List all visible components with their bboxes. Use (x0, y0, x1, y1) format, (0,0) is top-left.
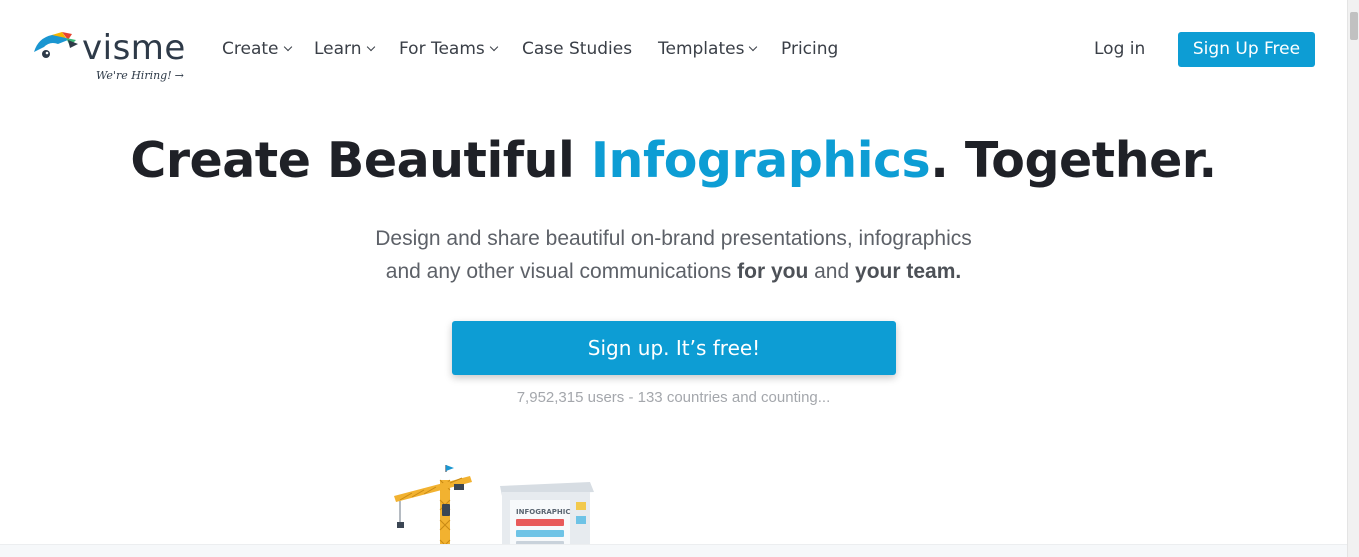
visme-logo-icon (34, 32, 78, 58)
nav-item-templates[interactable]: Templates (658, 39, 758, 59)
nav-item-learn[interactable]: Learn (314, 39, 375, 59)
nav-label: Learn (314, 39, 362, 59)
hero-title-end: . Together. (930, 132, 1217, 189)
hero-subtitle-text: and any other visual communications (385, 260, 738, 283)
logo-wordmark: visme (82, 28, 186, 68)
bottom-bar (0, 544, 1347, 557)
infographic-box-label: INFOGRAPHIC (516, 508, 570, 516)
login-link[interactable]: Log in (1094, 39, 1145, 59)
hero-title-start: Create Beautiful (130, 132, 591, 189)
hero-title: Create Beautiful Infographics. Together. (0, 132, 1347, 189)
chevron-down-icon (489, 42, 499, 52)
nav-label: Templates (658, 39, 745, 59)
visme-logo[interactable]: visme We're Hiring! → (32, 28, 192, 88)
nav-label: Create (222, 39, 279, 59)
site-header: visme We're Hiring! → Create Learn For Te… (0, 0, 1347, 96)
hero-subtitle-text-mid: and (808, 260, 856, 283)
sign-up-free-cta-button[interactable]: Sign up. It’s free! (452, 321, 896, 375)
chevron-down-icon (749, 42, 758, 52)
chevron-down-icon (366, 42, 375, 52)
hero-subtitle-bold-2: your team. (855, 260, 962, 283)
hero-subtitle-line-2: and any other visual communications for … (0, 255, 1347, 288)
user-stats: 7,952,315 users - 133 countries and coun… (516, 389, 831, 406)
nav-item-create[interactable]: Create (222, 39, 292, 59)
scrollbar-thumb[interactable] (1350, 12, 1358, 40)
nav-item-for-teams[interactable]: For Teams (399, 39, 499, 59)
hero-subtitle: Design and share beautiful on-brand pres… (0, 222, 1347, 288)
hiring-label: We're Hiring! (96, 69, 172, 82)
sign-up-free-button[interactable]: Sign Up Free (1178, 32, 1315, 67)
nav-label: For Teams (399, 39, 485, 59)
hero-subtitle-line-1: Design and share beautiful on-brand pres… (375, 227, 972, 250)
hero-illustration: INFOGRAPHIC (394, 465, 594, 557)
hero-title-accent: Infographics (590, 132, 931, 189)
nav-label: Case Studies (522, 39, 633, 59)
hiring-link[interactable]: We're Hiring! → (96, 69, 184, 82)
arrow-right-icon: → (174, 69, 184, 82)
nav-item-pricing[interactable]: Pricing (781, 39, 838, 59)
chevron-down-icon (283, 42, 292, 52)
page: visme We're Hiring! → Create Learn For Te… (0, 0, 1347, 557)
nav-label: Pricing (781, 39, 839, 59)
nav-item-case-studies[interactable]: Case Studies (522, 39, 632, 59)
vertical-scrollbar[interactable] (1347, 0, 1359, 557)
hero-subtitle-bold-1: for you (737, 260, 809, 283)
